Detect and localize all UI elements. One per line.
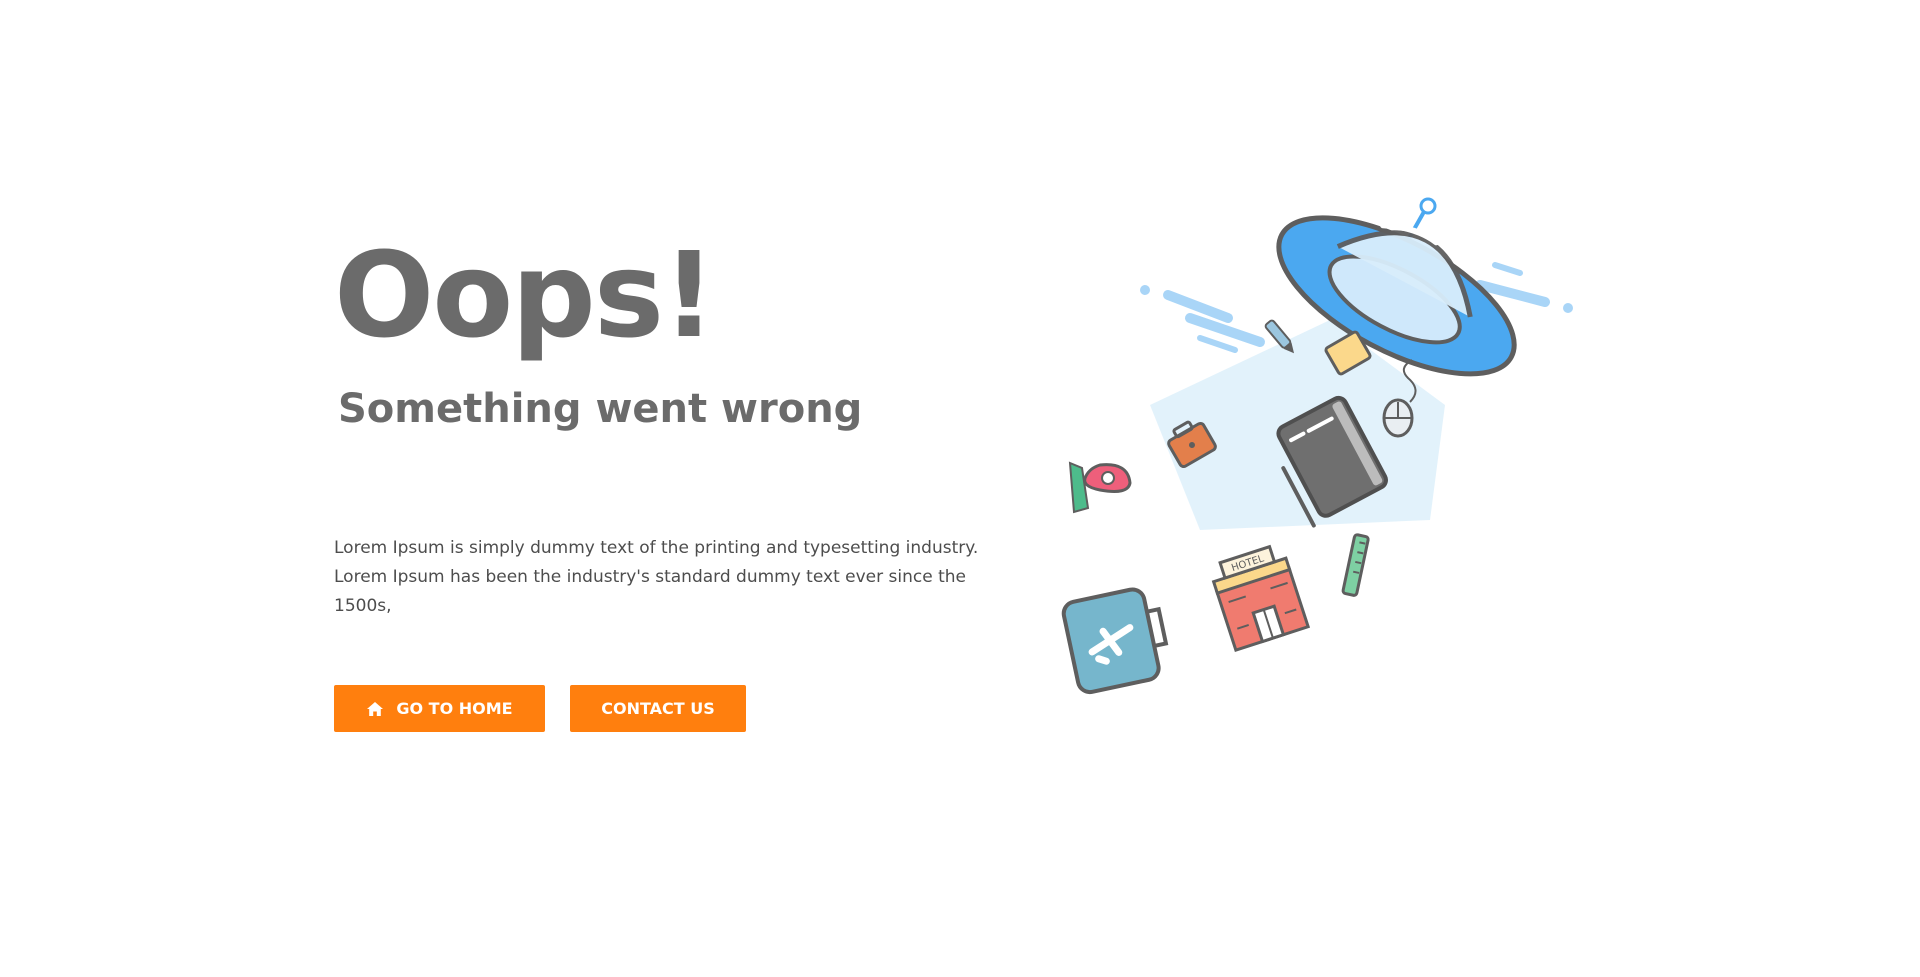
page-subtitle: Something went wrong (338, 386, 863, 432)
contact-us-button[interactable]: CONTACT US (570, 685, 746, 732)
home-icon (367, 701, 384, 716)
error-page: Oops! Something went wrong Lorem Ipsum i… (0, 0, 1920, 977)
contact-us-label: CONTACT US (601, 699, 715, 718)
hotel-icon: HOTEL (1211, 544, 1311, 653)
ruler-icon (1341, 533, 1370, 597)
go-home-button[interactable]: GO TO HOME (334, 685, 545, 732)
page-title: Oops! (334, 226, 716, 364)
go-home-label: GO TO HOME (396, 699, 513, 718)
action-buttons: GO TO HOME CONTACT US (334, 685, 1014, 732)
error-content: Oops! Something went wrong Lorem Ipsum i… (334, 230, 1014, 732)
ufo-illustration: HOTEL (1061, 197, 1573, 695)
error-description: Lorem Ipsum is simply dummy text of the … (334, 538, 979, 616)
luggage-icon (1061, 587, 1169, 695)
speed-lines-left (1140, 285, 1265, 353)
map-pin-icon (1068, 461, 1132, 514)
